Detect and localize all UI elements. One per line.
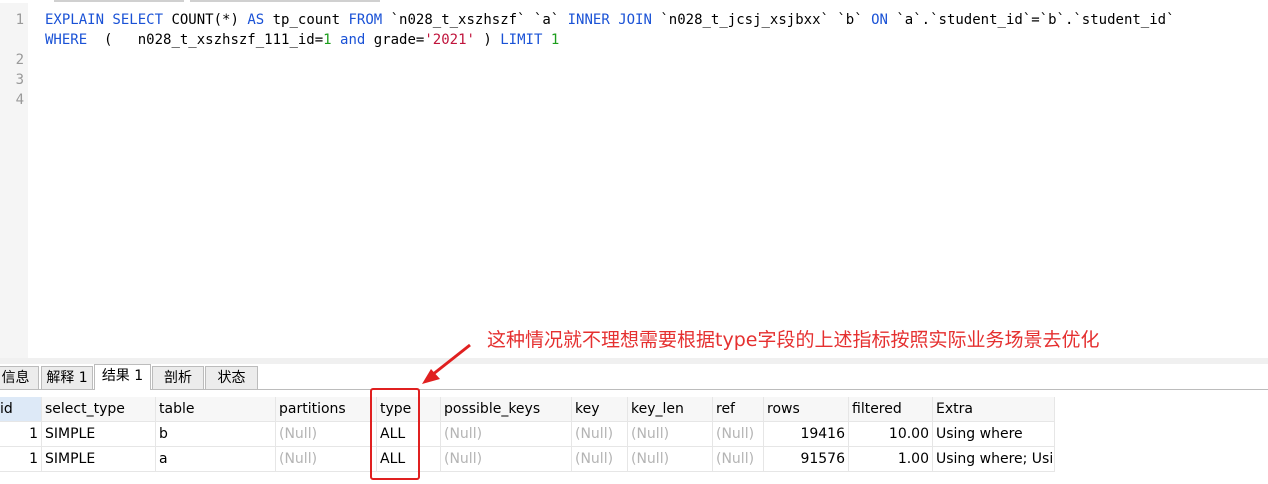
annotation-arrow-icon bbox=[422, 343, 471, 384]
tab-result-1[interactable]: 结果 1 bbox=[94, 364, 151, 390]
